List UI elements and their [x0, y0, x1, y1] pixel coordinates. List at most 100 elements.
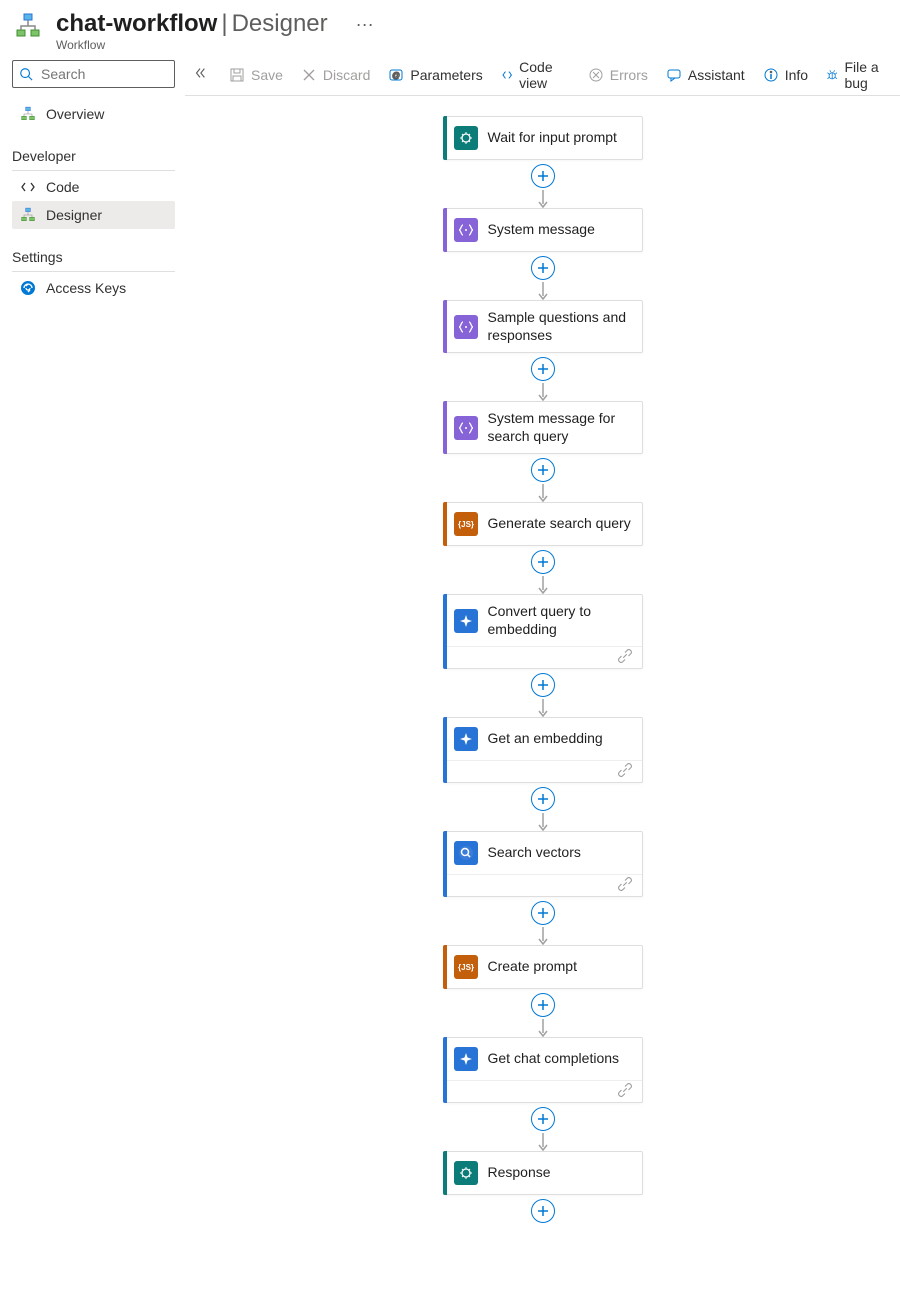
divider: [12, 170, 175, 171]
add-step-button[interactable]: [531, 458, 555, 482]
workflow-node[interactable]: Convert query to embedding: [443, 594, 643, 669]
node-footer: [444, 760, 642, 782]
node-body: Wait for input prompt: [444, 117, 642, 159]
node-accent: [443, 1037, 447, 1103]
code-view-button[interactable]: Code view: [501, 59, 570, 91]
sidebar-item-designer[interactable]: Designer: [12, 201, 175, 229]
connector: [531, 546, 555, 594]
sidebar-item-access-keys[interactable]: Access Keys: [12, 274, 175, 302]
save-button[interactable]: Save: [229, 67, 283, 83]
connector: [531, 897, 555, 945]
workflow-node[interactable]: Get chat completions: [443, 1037, 643, 1103]
workflow-node[interactable]: Search vectors: [443, 831, 643, 897]
node-type-icon: [454, 609, 478, 633]
connector: [531, 783, 555, 831]
toolbar-label: Discard: [323, 67, 370, 83]
workflow-node[interactable]: Wait for input prompt: [443, 116, 643, 160]
divider: [12, 271, 175, 272]
parameters-button[interactable]: @ Parameters: [388, 67, 482, 83]
workflow-logo-icon: [12, 10, 44, 42]
node-label: Generate search query: [488, 515, 631, 533]
node-accent: [443, 208, 447, 252]
add-step-button[interactable]: [531, 550, 555, 574]
more-menu-button[interactable]: ···: [348, 10, 382, 39]
workflow-node[interactable]: System message for search query: [443, 401, 643, 454]
info-button[interactable]: Info: [763, 67, 808, 83]
node-label: Create prompt: [488, 958, 577, 976]
sidebar-group-developer: Developer: [12, 148, 175, 164]
sidebar-item-label: Access Keys: [46, 280, 126, 296]
access-keys-icon: [20, 280, 36, 296]
node-type-icon: [454, 1047, 478, 1071]
search-input-wrapper[interactable]: [12, 60, 175, 88]
toolbar-label: File a bug: [844, 59, 892, 91]
node-type-icon: {JS}: [454, 955, 478, 979]
overview-icon: [20, 106, 36, 122]
add-step-button[interactable]: [531, 787, 555, 811]
workflow-node[interactable]: Sample questions and responses: [443, 300, 643, 353]
sidebar-item-label: Designer: [46, 207, 102, 223]
node-body: Search vectors: [444, 832, 642, 874]
node-type-icon: [454, 841, 478, 865]
node-accent: [443, 116, 447, 160]
link-icon: [618, 763, 632, 780]
add-step-button[interactable]: [531, 1199, 555, 1223]
sidebar-item-label: Code: [46, 179, 79, 195]
sidebar-group-settings: Settings: [12, 249, 175, 265]
toolbar-label: Save: [251, 67, 283, 83]
node-label: Sample questions and responses: [488, 309, 632, 344]
connector-arrow-icon: [542, 486, 544, 502]
link-icon: [618, 1083, 632, 1100]
node-accent: [443, 401, 447, 454]
collapse-sidebar-button[interactable]: [189, 66, 211, 83]
add-step-button[interactable]: [531, 901, 555, 925]
connector: [531, 669, 555, 717]
node-accent: [443, 945, 447, 989]
connector: [531, 160, 555, 208]
discard-button[interactable]: Discard: [301, 67, 370, 83]
svg-text:@: @: [392, 71, 400, 80]
node-accent: [443, 594, 447, 669]
page-title: chat-workflow|Designer: [56, 10, 328, 38]
code-icon: [20, 179, 36, 195]
workflow-node[interactable]: System message: [443, 208, 643, 252]
sidebar-item-overview[interactable]: Overview: [12, 100, 175, 128]
node-type-icon: [454, 416, 478, 440]
node-label: Wait for input prompt: [488, 129, 617, 147]
node-footer: [444, 1080, 642, 1102]
connector: [531, 1103, 555, 1151]
toolbar-label: Parameters: [410, 67, 482, 83]
add-step-button[interactable]: [531, 164, 555, 188]
assistant-button[interactable]: Assistant: [666, 67, 745, 83]
connector: [531, 1195, 555, 1227]
title-main: chat-workflow: [56, 10, 217, 37]
connector-arrow-icon: [542, 1135, 544, 1151]
workflow-node[interactable]: Get an embedding: [443, 717, 643, 783]
node-body: {JS} Create prompt: [444, 946, 642, 988]
file-bug-button[interactable]: File a bug: [826, 59, 892, 91]
node-label: Response: [488, 1164, 551, 1182]
add-step-button[interactable]: [531, 256, 555, 280]
node-body: Sample questions and responses: [444, 301, 642, 352]
workflow-node[interactable]: Response: [443, 1151, 643, 1195]
node-type-icon: {JS}: [454, 512, 478, 536]
designer-canvas[interactable]: Wait for input prompt System message Sampl…: [185, 96, 900, 1267]
node-body: Get an embedding: [444, 718, 642, 760]
connector-arrow-icon: [542, 284, 544, 300]
workflow-node[interactable]: {JS} Create prompt: [443, 945, 643, 989]
node-type-icon: [454, 1161, 478, 1185]
workflow-node[interactable]: {JS} Generate search query: [443, 502, 643, 546]
node-footer: [444, 874, 642, 896]
designer-icon: [20, 207, 36, 223]
errors-button[interactable]: Errors: [588, 67, 648, 83]
add-step-button[interactable]: [531, 1107, 555, 1131]
sidebar-item-code[interactable]: Code: [12, 173, 175, 201]
connector-arrow-icon: [542, 1021, 544, 1037]
add-step-button[interactable]: [531, 993, 555, 1017]
node-footer: [444, 646, 642, 668]
add-step-button[interactable]: [531, 357, 555, 381]
add-step-button[interactable]: [531, 673, 555, 697]
connector-arrow-icon: [542, 578, 544, 594]
node-label: System message: [488, 221, 595, 239]
svg-text:{JS}: {JS}: [458, 963, 474, 972]
